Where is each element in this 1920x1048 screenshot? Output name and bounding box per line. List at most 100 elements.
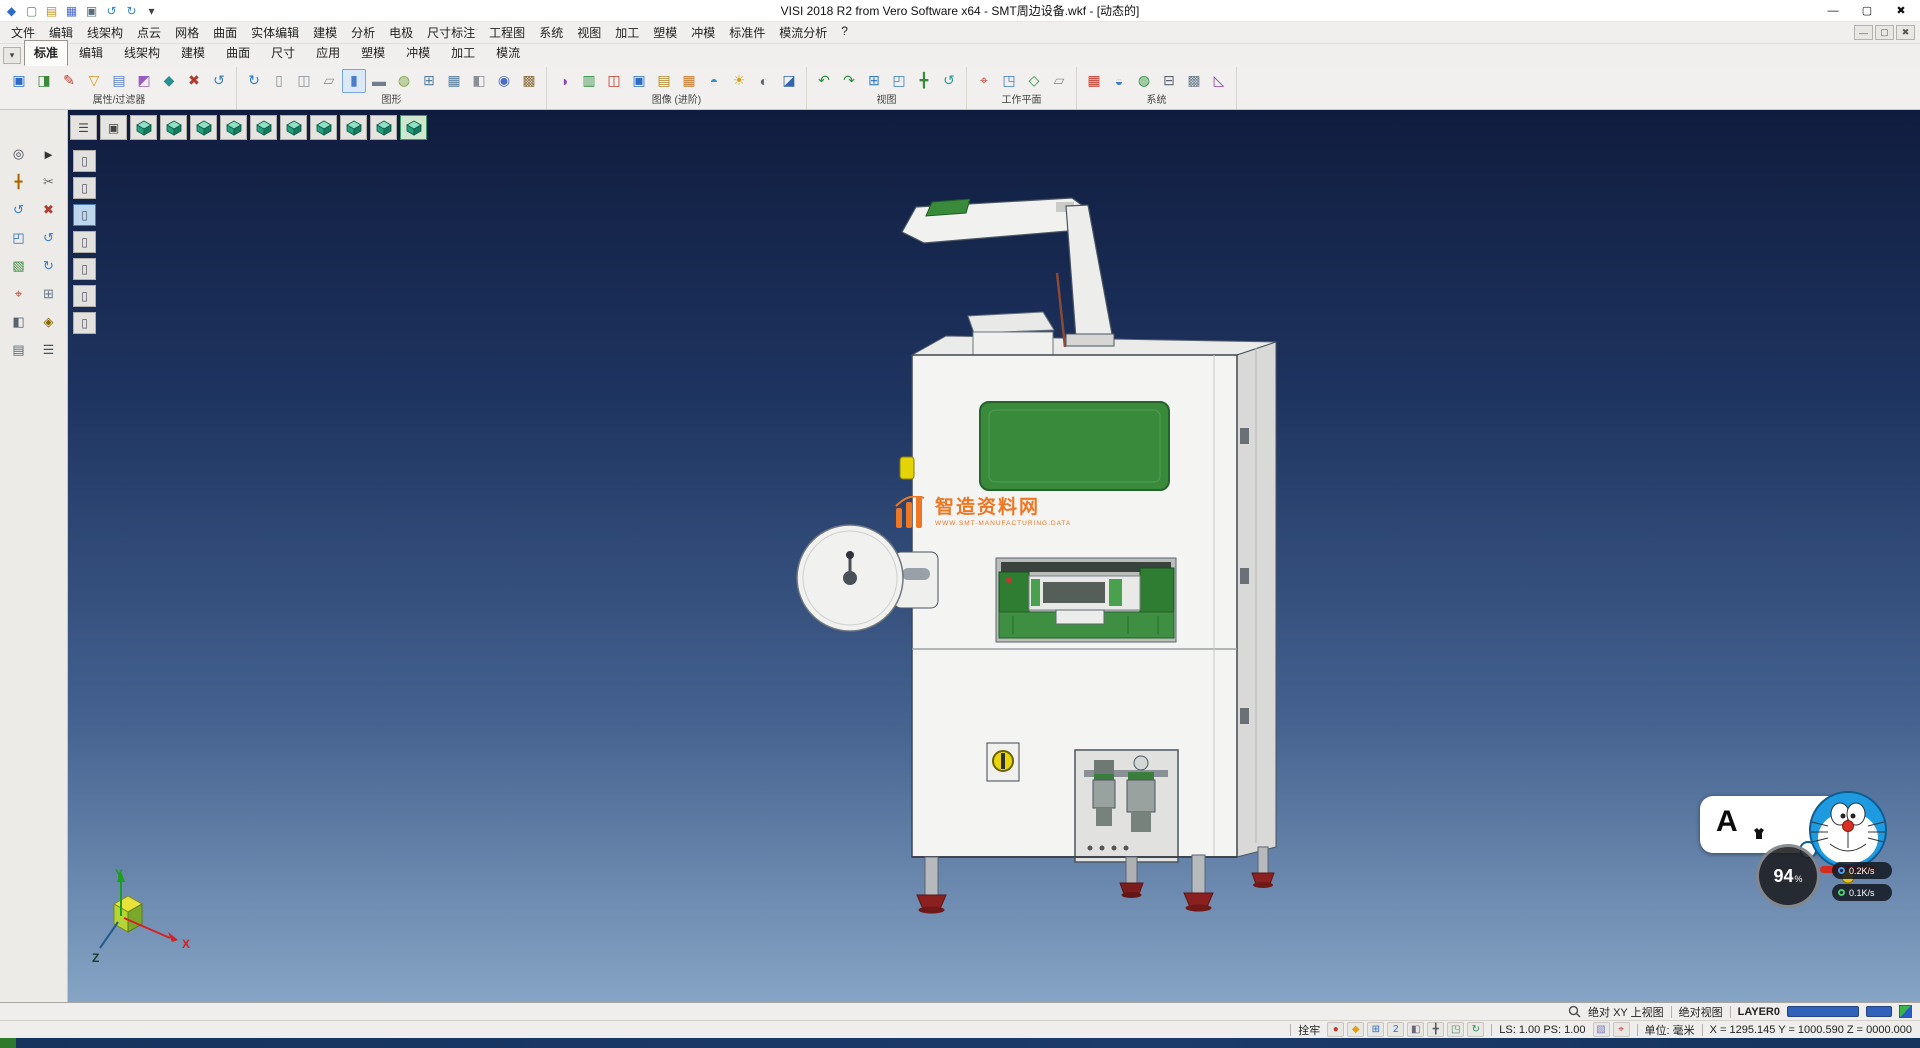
menu-item[interactable]: 冲模 bbox=[684, 21, 722, 44]
image-compare-icon[interactable]: ◫ bbox=[602, 69, 626, 93]
sphere-render-icon[interactable]: ◉ bbox=[492, 69, 516, 93]
section-icon[interactable]: ◧ bbox=[6, 311, 32, 333]
delete-icon[interactable]: ✖ bbox=[36, 199, 62, 221]
selection-list-button[interactable]: ☰ bbox=[70, 115, 97, 140]
gallery-display-icon[interactable]: ▩ bbox=[517, 69, 541, 93]
workplane-view-icon[interactable]: ◳ bbox=[997, 69, 1021, 93]
zoom-next-icon[interactable]: ↷ bbox=[837, 69, 861, 93]
workplane-list-icon[interactable]: ▱ bbox=[1047, 69, 1071, 93]
active-layer-label[interactable]: LAYER0 bbox=[1738, 1006, 1780, 1018]
calculator-icon[interactable]: ⊟ bbox=[1157, 69, 1181, 93]
open-file-icon[interactable]: ▤ bbox=[42, 2, 61, 20]
save-icon[interactable]: ▦ bbox=[62, 2, 81, 20]
snap-lock-label[interactable]: 拴牢 bbox=[1298, 1022, 1320, 1038]
menu-item[interactable]: 模流分析 bbox=[772, 21, 834, 44]
pan-view-icon[interactable]: ╋ bbox=[912, 69, 936, 93]
color-table-icon[interactable]: ▦ bbox=[1082, 69, 1106, 93]
color-filter-icon[interactable]: ◩ bbox=[132, 69, 156, 93]
scale-label[interactable]: LS: 1.00 PS: 1.00 bbox=[1499, 1024, 1585, 1036]
taskbar-strip[interactable] bbox=[0, 1038, 1920, 1048]
front-view-cube[interactable] bbox=[160, 115, 187, 140]
background-color-icon[interactable]: ◓ bbox=[702, 69, 726, 93]
ribbon-tab[interactable]: 尺寸 bbox=[261, 40, 305, 66]
zoom-window-icon[interactable]: ⊞ bbox=[862, 69, 886, 93]
ribbon-tab[interactable]: 标准 bbox=[24, 40, 68, 66]
shaded-cylinder-icon[interactable]: ▮ bbox=[342, 69, 366, 93]
image-columns-icon[interactable]: ▥ bbox=[577, 69, 601, 93]
top-view-cube[interactable] bbox=[190, 115, 217, 140]
shaded-edge-icon[interactable]: ▬ bbox=[367, 69, 391, 93]
zoom-previous-icon[interactable]: ↶ bbox=[812, 69, 836, 93]
layer-filter-icon[interactable]: ▤ bbox=[107, 69, 131, 93]
minimize-button[interactable]: — bbox=[1816, 1, 1850, 21]
layer-cube-icon[interactable]: ▧ bbox=[1593, 1022, 1610, 1037]
ribbon-tab[interactable]: 建模 bbox=[171, 40, 215, 66]
grid-cylinder-icon[interactable]: ▦ bbox=[442, 69, 466, 93]
rotate-view-icon[interactable]: ↺ bbox=[937, 69, 961, 93]
maximize-button[interactable]: ▢ bbox=[1850, 1, 1884, 21]
search-icon[interactable] bbox=[1568, 1005, 1581, 1018]
grid-toggle-icon[interactable]: ⊞ bbox=[36, 283, 62, 305]
element-properties-icon[interactable]: ▣ bbox=[7, 69, 31, 93]
display-list-icon[interactable]: ☰ bbox=[36, 339, 62, 361]
app-icon[interactable]: ◆ bbox=[2, 2, 21, 20]
ribbon-tab[interactable]: 加工 bbox=[441, 40, 485, 66]
right-view-cube[interactable] bbox=[250, 115, 277, 140]
screen-settings-icon[interactable]: ◒ bbox=[1107, 69, 1131, 93]
close-button[interactable]: ✖ bbox=[1884, 1, 1918, 21]
wireframe-cylinder-icon[interactable]: ▯ bbox=[267, 69, 291, 93]
ribbon-tab[interactable]: 冲模 bbox=[396, 40, 440, 66]
percent-badge[interactable]: 94 % bbox=[1756, 844, 1820, 908]
clipboard-slot-3[interactable]: ▯ bbox=[73, 204, 96, 226]
ribbon-tab[interactable]: 模流 bbox=[486, 40, 530, 66]
axonometric-view-cube[interactable] bbox=[130, 115, 157, 140]
doc-restore-button[interactable]: ▢ bbox=[1875, 25, 1894, 40]
system-globe-icon[interactable]: ◍ bbox=[1132, 69, 1156, 93]
clipboard-slot-4[interactable]: ▯ bbox=[73, 231, 96, 253]
clipboard-slot-2[interactable]: ▯ bbox=[73, 177, 96, 199]
paint-attributes-icon[interactable]: ✎ bbox=[57, 69, 81, 93]
dashed-hidden-icon[interactable]: ▱ bbox=[317, 69, 341, 93]
ortho-toggle-icon[interactable]: ╋ bbox=[1427, 1022, 1444, 1037]
section-capture-icon[interactable]: ◪ bbox=[777, 69, 801, 93]
undo-icon[interactable]: ↺ bbox=[36, 227, 62, 249]
bottom-view-cube[interactable] bbox=[310, 115, 337, 140]
layer-manager-icon[interactable]: ▤ bbox=[6, 339, 32, 361]
workplane-origin-icon[interactable]: ⌖ bbox=[972, 69, 996, 93]
snap-2d-icon[interactable]: 2 bbox=[1387, 1022, 1404, 1037]
magnet-snap-icon[interactable]: ◆ bbox=[1347, 1022, 1364, 1037]
clipboard-slot-7[interactable]: ▯ bbox=[73, 312, 96, 334]
pan-hand-icon[interactable]: ╋ bbox=[6, 171, 32, 193]
left-view-cube[interactable] bbox=[220, 115, 247, 140]
clipboard-slot-1[interactable]: ▯ bbox=[73, 150, 96, 172]
status-color-swatch[interactable] bbox=[1899, 1005, 1912, 1018]
new-file-icon[interactable]: ▢ bbox=[22, 2, 41, 20]
rotate-orbit-icon[interactable]: ↺ bbox=[6, 199, 32, 221]
mixed-display-icon[interactable]: ◧ bbox=[467, 69, 491, 93]
viewport-3d[interactable]: ☰ ▣ bbox=[68, 110, 1920, 1002]
viewport-layout-button[interactable]: ▣ bbox=[100, 115, 127, 140]
hidden-line-cylinder-icon[interactable]: ◫ bbox=[292, 69, 316, 93]
shade-toggle-icon[interactable]: ▧ bbox=[6, 255, 32, 277]
ribbon-tab[interactable]: 线架构 bbox=[114, 40, 170, 66]
tab-overflow-button[interactable]: ▾ bbox=[3, 47, 21, 64]
menu-item[interactable]: 视图 bbox=[570, 21, 608, 44]
redo-icon[interactable]: ↻ bbox=[36, 255, 62, 277]
filter-funnel-icon[interactable]: ▽ bbox=[82, 69, 106, 93]
menu-item[interactable]: ? bbox=[834, 21, 855, 44]
zoom-extents-icon[interactable]: ◰ bbox=[887, 69, 911, 93]
ribbon-tab[interactable]: 曲面 bbox=[216, 40, 260, 66]
ribbon-tab[interactable]: 塑模 bbox=[351, 40, 395, 66]
snap-settings-icon[interactable]: ◈ bbox=[36, 311, 62, 333]
customize-arrow-icon[interactable]: ▾ bbox=[142, 2, 161, 20]
redraw-icon[interactable]: ↻ bbox=[242, 69, 266, 93]
type-filter-icon[interactable]: ◆ bbox=[157, 69, 181, 93]
zoom-dynamic-icon[interactable]: ◎ bbox=[6, 143, 32, 165]
snapshot-icon[interactable]: ▣ bbox=[627, 69, 651, 93]
preferences-grid-icon[interactable]: ▩ bbox=[1182, 69, 1206, 93]
view-mode-label[interactable]: 绝对 XY 上视图 bbox=[1588, 1004, 1664, 1020]
clear-filter-icon[interactable]: ✖ bbox=[182, 69, 206, 93]
select-arrow-icon[interactable]: ► bbox=[36, 143, 62, 165]
grid-shade-icon[interactable]: ⊞ bbox=[417, 69, 441, 93]
lighting-icon[interactable]: ☀ bbox=[727, 69, 751, 93]
